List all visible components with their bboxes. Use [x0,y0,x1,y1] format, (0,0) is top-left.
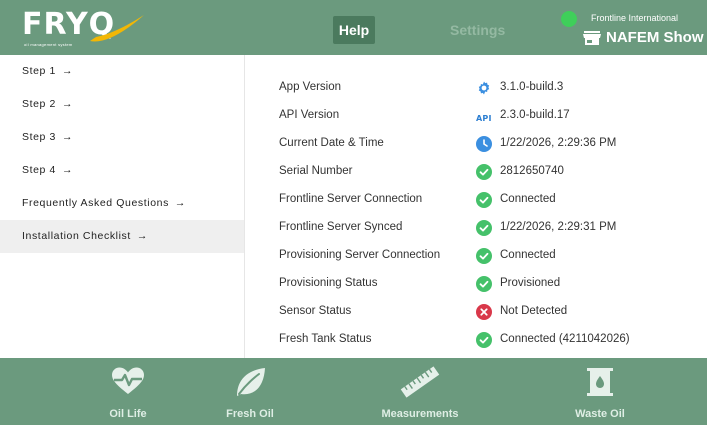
info-value: Not Detected [500,305,568,317]
info-value: 1/22/2026, 2:29:31 PM [500,221,617,233]
info-value: 1/22/2026, 2:29:36 PM [500,137,617,149]
sidebar-item-step-1[interactable]: Step 1 → [0,55,244,88]
info-label: Current Date & Time [279,137,384,149]
heart-pulse-icon [112,367,144,394]
gear-icon [476,80,492,96]
arrow-right-icon: → [61,65,74,77]
company-name: Frontline International [591,13,679,23]
check-circle-icon [476,276,492,292]
info-row: Provisioning Status Provisioned [246,273,707,297]
arrow-right-icon: → [61,131,74,143]
info-label: Provisioning Status [279,277,378,289]
sidebar-item-label: Step 1 [22,65,56,77]
info-value: Connected [500,193,556,205]
nav-measurements[interactable]: Measurements [360,358,480,425]
clock-icon [476,136,492,152]
store-icon [583,31,601,45]
info-label: App Version [279,81,342,93]
info-label: Serial Number [279,165,353,177]
sidebar-item-step-4[interactable]: Step 4 → [0,154,244,187]
sidebar-item-label: Step 2 [22,98,56,110]
error-circle-icon [476,304,492,320]
nav-fresh-oil[interactable]: Fresh Oil [190,358,310,425]
api-icon: API [476,108,492,124]
app-root: FRYQ oil management system Help Settings… [0,0,707,425]
info-label: Frontline Server Connection [279,193,423,205]
connection-status-dot [561,11,577,27]
nav-waste-oil[interactable]: Waste Oil [540,358,660,425]
info-label: Fresh Tank Status [279,333,372,345]
info-label: Sensor Status [279,305,352,317]
nav-label: Fresh Oil [226,408,274,420]
nav-label: Waste Oil [575,408,625,420]
info-value: 2812650740 [500,165,564,177]
logo-subtitle: oil management system [24,42,73,47]
check-circle-icon [476,248,492,264]
leaf-icon [237,368,265,396]
info-row: Serial Number 2812650740 [246,161,707,185]
sidebar-item-faq[interactable]: Frequently Asked Questions → [0,187,244,220]
info-label: Frontline Server Synced [279,221,403,233]
check-circle-icon [476,164,492,180]
fryq-logo: FRYQ oil management system [22,7,144,49]
info-label: Provisioning Server Connection [279,249,441,261]
sidebar-item-label: Step 4 [22,164,56,176]
show-name[interactable]: NAFEM Show [606,29,704,46]
bottom-nav: Oil Life Fresh Oil Measurements Waste Oi… [0,358,707,425]
info-value: Provisioned [500,277,561,289]
sidebar-item-label: Installation Checklist [22,230,131,242]
arrow-right-icon: → [61,164,74,176]
info-value: 3.1.0-build.3 [500,81,564,93]
nav-label: Oil Life [109,408,147,420]
info-value: Connected [500,249,556,261]
info-row: Provisioning Server Connection Connected [246,245,707,269]
info-row: Frontline Server Synced 1/22/2026, 2:29:… [246,217,707,241]
check-circle-icon [476,332,492,348]
info-row: App Version 3.1.0-build.3 [246,77,707,101]
arrow-right-icon: → [136,230,149,242]
nav-oil-life[interactable]: Oil Life [68,358,188,425]
info-value: 2.3.0-build.17 [500,109,570,121]
tab-settings[interactable]: Settings [450,16,505,44]
nav-label: Measurements [381,408,459,420]
help-sidebar: Step 1 → Step 2 → Step 3 → Step 4 → Frequent… [0,55,245,358]
api-icon-text: API [476,114,492,123]
sidebar-item-step-2[interactable]: Step 2 → [0,88,244,121]
tab-help[interactable]: Help [333,16,375,44]
arrow-right-icon: → [61,98,74,110]
info-value: Connected (4211042026) [500,333,630,345]
sidebar-item-installation-checklist[interactable]: Installation Checklist → [0,220,244,253]
oil-barrel-icon [587,368,613,396]
sidebar-item-label: Step 3 [22,131,56,143]
info-row: Current Date & Time 1/22/2026, 2:29:36 P… [246,133,707,157]
ruler-icon [400,366,440,398]
sidebar-item-step-3[interactable]: Step 3 → [0,121,244,154]
top-header: FRYQ oil management system Help Settings… [0,0,707,55]
info-row: API Version API 2.3.0-build.17 [246,105,707,129]
system-info-panel: App Version 3.1.0-build.3 API Version AP… [246,55,707,358]
check-circle-icon [476,192,492,208]
check-circle-icon [476,220,492,236]
info-label: API Version [279,109,340,121]
info-row: Frontline Server Connection Connected [246,189,707,213]
info-row: Fresh Tank Status Connected (4211042026) [246,329,707,353]
sidebar-item-label: Frequently Asked Questions [22,197,169,209]
logo-swoosh-icon [90,15,144,42]
info-row: Sensor Status Not Detected [246,301,707,325]
arrow-right-icon: → [174,197,187,209]
